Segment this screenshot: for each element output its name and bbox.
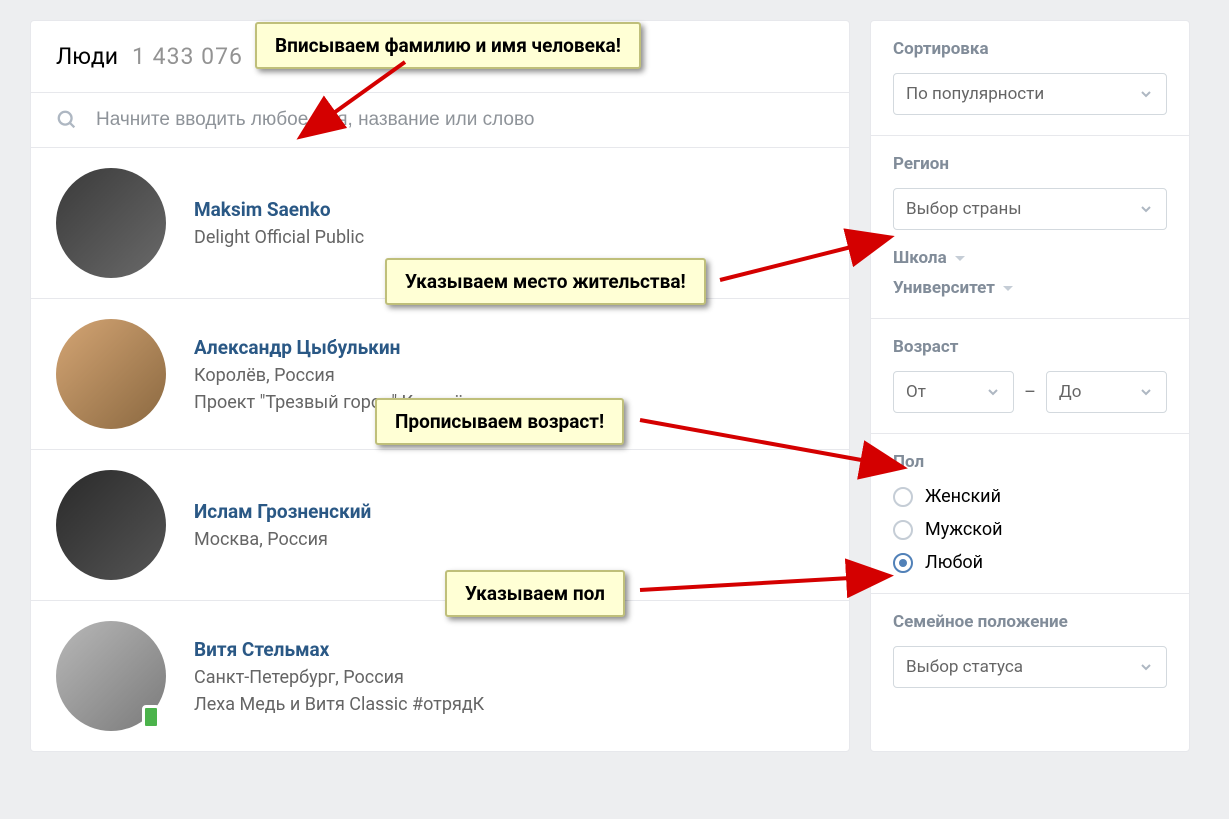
result-meta: Delight Official Public: [194, 227, 364, 248]
result-item[interactable]: Витя Стельмах Санкт-Петербург, Россия Ле…: [31, 600, 849, 751]
annotation-callout: Прописываем возраст!: [375, 398, 624, 445]
chevron-down-icon: [1138, 659, 1154, 675]
chevron-down-icon: [1138, 384, 1154, 400]
results-list: Maksim Saenko Delight Official Public Ал…: [31, 148, 849, 751]
caret-down-icon: [955, 256, 965, 261]
result-meta: Леха Медь и Витя Сlassic #отрядК: [194, 694, 484, 715]
radio-label: Мужской: [925, 519, 1002, 540]
avatar[interactable]: [56, 470, 166, 580]
radio-label: Женский: [925, 486, 1001, 507]
sort-block: Сортировка По популярности: [871, 21, 1189, 136]
caret-down-icon: [1003, 286, 1013, 291]
search-input[interactable]: [96, 109, 824, 131]
radio-label: Любой: [925, 552, 983, 573]
gender-radio-male[interactable]: Мужской: [893, 519, 1167, 540]
radio-icon: [893, 487, 913, 507]
result-count: 1 433 076: [132, 43, 243, 70]
result-info: Maksim Saenko Delight Official Public: [194, 198, 364, 248]
radio-icon: [893, 520, 913, 540]
result-info: Витя Стельмах Санкт-Петербург, Россия Ле…: [194, 638, 484, 715]
sort-value: По популярности: [906, 84, 1044, 104]
marital-dropdown[interactable]: Выбор статуса: [893, 646, 1167, 688]
result-name-link[interactable]: Maksim Saenko: [194, 198, 364, 221]
school-label: Школа: [893, 248, 947, 268]
age-to-value: До: [1059, 382, 1081, 402]
result-meta: Санкт-Петербург, Россия: [194, 667, 484, 688]
result-meta: Москва, Россия: [194, 529, 371, 550]
university-expand[interactable]: Университет: [893, 278, 1167, 298]
search-row: [31, 93, 849, 148]
marital-value: Выбор статуса: [906, 657, 1023, 677]
gender-label: Пол: [893, 452, 1167, 472]
gender-block: Пол Женский Мужской Любой: [871, 434, 1189, 594]
page-title: Люди: [56, 43, 118, 70]
age-from-dropdown[interactable]: От: [893, 371, 1014, 413]
result-name-link[interactable]: Александр Цыбулькин: [194, 336, 474, 359]
age-to-dropdown[interactable]: До: [1046, 371, 1167, 413]
sort-label: Сортировка: [893, 39, 1167, 59]
result-meta: Королёв, Россия: [194, 365, 474, 386]
search-icon: [56, 109, 78, 131]
main-column: Люди 1 433 076 Maksim Saenko Delight Off…: [30, 20, 850, 752]
age-label: Возраст: [893, 337, 1167, 357]
avatar[interactable]: [56, 319, 166, 429]
avatar[interactable]: [56, 621, 166, 731]
gender-radio-any[interactable]: Любой: [893, 552, 1167, 573]
university-label: Университет: [893, 278, 995, 298]
region-block: Регион Выбор страны Школа Университет: [871, 136, 1189, 319]
dash-separator: –: [1024, 382, 1036, 403]
result-info: Ислам Грозненский Москва, Россия: [194, 500, 371, 550]
marital-block: Семейное положение Выбор статуса: [871, 594, 1189, 708]
result-name-link[interactable]: Витя Стельмах: [194, 638, 484, 661]
chevron-down-icon: [985, 384, 1001, 400]
online-mobile-icon: [142, 705, 160, 729]
sort-dropdown[interactable]: По популярности: [893, 73, 1167, 115]
annotation-callout: Указываем место жительства!: [385, 258, 706, 305]
gender-radio-female[interactable]: Женский: [893, 486, 1167, 507]
region-label: Регион: [893, 154, 1167, 174]
result-item[interactable]: Ислам Грозненский Москва, Россия: [31, 449, 849, 600]
age-from-value: От: [906, 382, 926, 402]
avatar[interactable]: [56, 168, 166, 278]
age-block: Возраст От – До: [871, 319, 1189, 434]
region-value: Выбор страны: [906, 199, 1022, 219]
result-name-link[interactable]: Ислам Грозненский: [194, 500, 371, 523]
chevron-down-icon: [1138, 86, 1154, 102]
radio-icon: [893, 553, 913, 573]
school-expand[interactable]: Школа: [893, 248, 1167, 268]
region-dropdown[interactable]: Выбор страны: [893, 188, 1167, 230]
annotation-callout: Указываем пол: [445, 570, 625, 617]
annotation-callout: Вписываем фамилию и имя человека!: [255, 22, 641, 69]
sidebar: Сортировка По популярности Регион Выбор …: [870, 20, 1190, 752]
marital-label: Семейное положение: [893, 612, 1167, 632]
chevron-down-icon: [1138, 201, 1154, 217]
